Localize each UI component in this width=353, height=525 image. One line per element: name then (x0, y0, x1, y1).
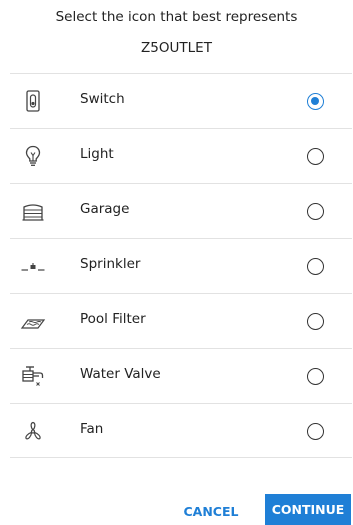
option-label: Water Valve (80, 366, 161, 382)
light-bulb-icon (20, 143, 46, 169)
option-label: Fan (80, 421, 104, 437)
radio-switch[interactable] (307, 93, 324, 110)
device-name: Z5OUTLET (141, 40, 212, 56)
continue-button[interactable]: CONTINUE (265, 494, 351, 525)
option-label: Sprinkler (80, 256, 141, 272)
option-sprinkler[interactable]: Sprinkler (10, 238, 352, 293)
option-fan[interactable]: Fan (10, 403, 352, 458)
pool-filter-icon (20, 308, 46, 334)
option-garage[interactable]: Garage (10, 183, 352, 238)
radio-sprinkler[interactable] (307, 258, 324, 275)
dialog-title: Select the icon that best represents (55, 9, 298, 25)
fan-icon (20, 418, 46, 444)
switch-icon (20, 88, 46, 114)
icon-option-list: Switch Light Garage Sprinkler Pool Filte… (10, 73, 352, 458)
radio-fan[interactable] (307, 423, 324, 440)
option-label: Garage (80, 201, 130, 217)
sprinkler-icon (20, 253, 46, 279)
option-pool-filter[interactable]: Pool Filter (10, 293, 352, 348)
dialog-header: Select the icon that best represents Z5O… (0, 0, 353, 82)
option-light[interactable]: Light (10, 128, 352, 183)
option-switch[interactable]: Switch (10, 73, 352, 128)
radio-pool-filter[interactable] (307, 313, 324, 330)
option-label: Switch (80, 91, 125, 107)
option-label: Pool Filter (80, 311, 146, 327)
option-water-valve[interactable]: Water Valve (10, 348, 352, 403)
water-valve-icon (20, 363, 46, 389)
option-label: Light (80, 146, 114, 162)
cancel-button[interactable]: CANCEL (176, 498, 246, 524)
radio-light[interactable] (307, 148, 324, 165)
radio-garage[interactable] (307, 203, 324, 220)
radio-water-valve[interactable] (307, 368, 324, 385)
garage-icon (20, 198, 46, 224)
dialog-footer: CANCEL CONTINUE (0, 494, 353, 525)
